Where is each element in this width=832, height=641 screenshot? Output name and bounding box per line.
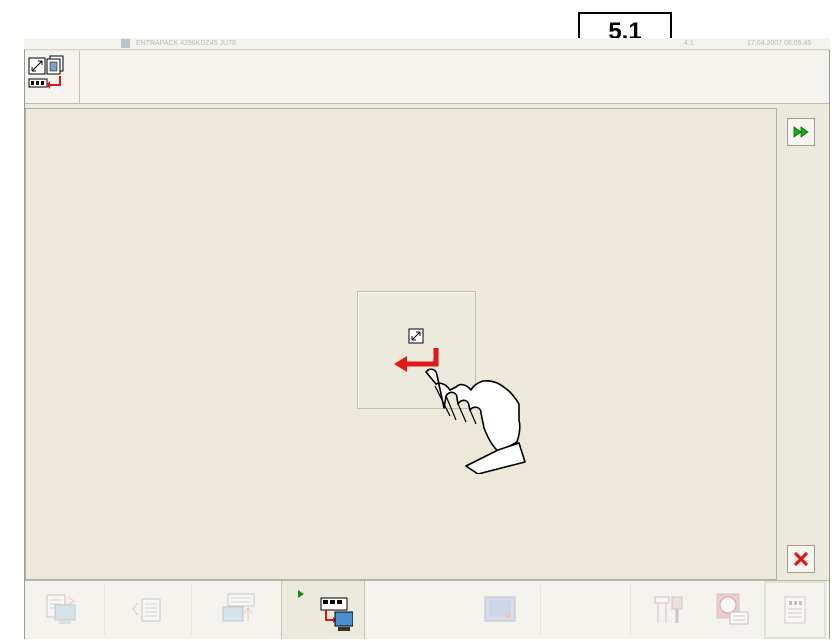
production-screen-button[interactable]: [29, 581, 93, 639]
double-arrow-right-icon: [793, 126, 809, 138]
bottom-taskbar: [25, 580, 829, 639]
diagnostics-tools-icon: [654, 596, 683, 623]
machine-overview-button[interactable]: [475, 581, 525, 639]
format-transfer-icon: [222, 593, 255, 622]
date-time: 17.04.2007 08:05:45: [747, 40, 812, 47]
close-x-icon: [793, 551, 809, 567]
return-to-home-icon: [394, 328, 439, 372]
close-button[interactable]: [787, 545, 815, 573]
app-icon: [121, 39, 130, 48]
format-selection-icon: [132, 598, 161, 622]
center-illustration: [394, 328, 526, 474]
software-version: 4.1: [684, 40, 694, 47]
machine-name: ENTRAPACK 4256KDZ45 JU78: [136, 40, 236, 47]
screen-navigation-button[interactable]: [281, 581, 365, 639]
settings-panel-button[interactable]: [764, 581, 826, 639]
pointing-hand-icon: [425, 368, 526, 474]
machine-overview-icon: [484, 596, 516, 622]
screen-navigation-icon: [298, 590, 353, 631]
diagnostics-tools-button[interactable]: [645, 581, 693, 639]
right-toolbar: [777, 104, 829, 580]
settings-panel-icon: [784, 596, 806, 624]
alarm-messages-icon: [716, 593, 749, 625]
title-bar: ENTRAPACK 4256KDZ45 JU78 4.1 17.04.2007 …: [24, 38, 830, 50]
screen-header: [25, 51, 829, 104]
format-selection-button[interactable]: [115, 581, 179, 639]
home-screen-button[interactable]: [26, 51, 80, 103]
production-screen-icon: [46, 594, 76, 624]
format-transfer-button[interactable]: [203, 581, 275, 639]
alarm-messages-button[interactable]: [708, 581, 756, 639]
home-screen-return-icon: [28, 55, 64, 89]
forward-button[interactable]: [787, 118, 815, 146]
